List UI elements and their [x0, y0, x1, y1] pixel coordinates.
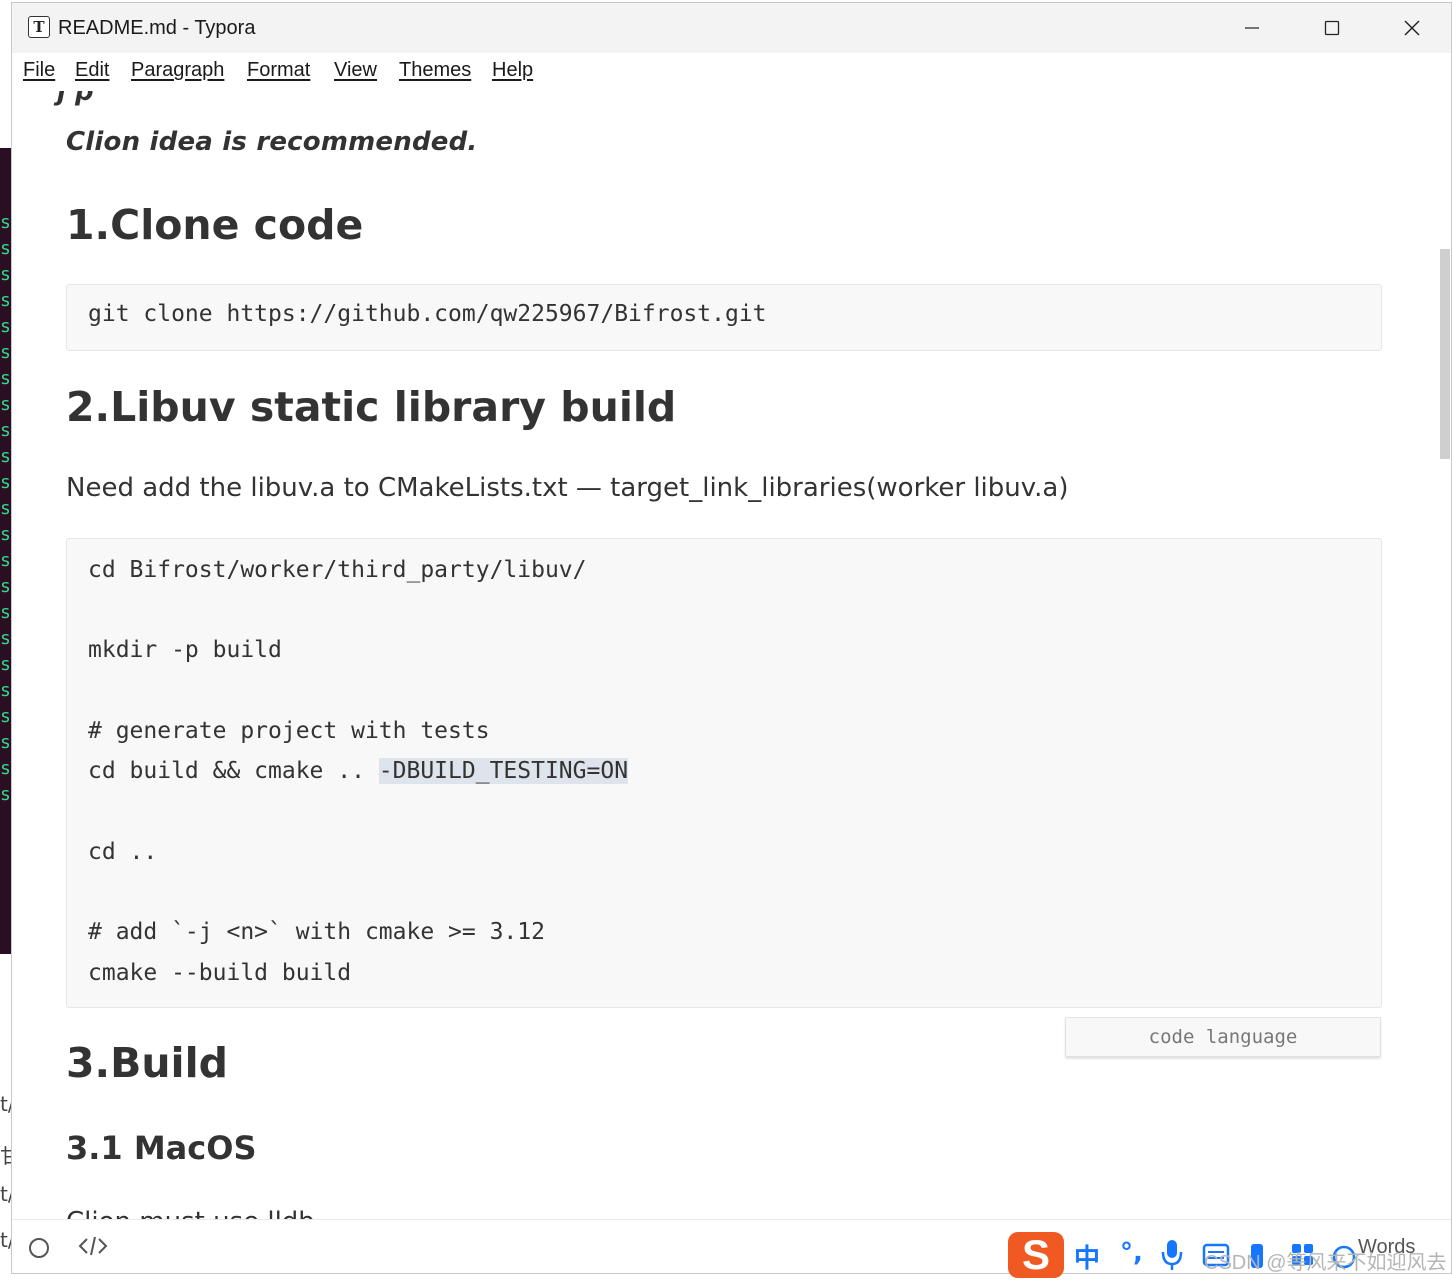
window-title: README.md - Typora	[58, 17, 256, 39]
csdn-watermark: CSDN @等风来不如迎风去	[1204, 1252, 1447, 1274]
editor-area[interactable]: j p Clion idea is recommended. 1.Clone c…	[12, 91, 1436, 1219]
background-terminal-glyph: s	[0, 576, 11, 597]
code-line: cd ..	[88, 839, 158, 865]
clipped-text-bottom: Clion must use lldb	[66, 1207, 315, 1219]
ime-punctuation[interactable]: °,	[1120, 1238, 1143, 1268]
background-terminal-glyph: s	[0, 732, 11, 753]
scrollbar-thumb[interactable]	[1440, 249, 1450, 459]
menu-help[interactable]: Help	[492, 59, 533, 82]
ime-chinese-mode[interactable]: 中	[1074, 1238, 1100, 1275]
code-line: mkdir -p build	[88, 637, 282, 663]
background-terminal-glyph: s	[0, 602, 11, 623]
code-text: cd build && cmake ..	[88, 758, 379, 784]
background-terminal-glyph: s	[0, 654, 11, 675]
code-block-clone[interactable]: git clone https://github.com/qw225967/Bi…	[66, 284, 1382, 351]
background-terminal-glyph: s	[0, 316, 11, 337]
code-line: cd Bifrost/worker/third_party/libuv/	[88, 557, 587, 583]
libuv-note-paragraph[interactable]: Need add the libuv.a to CMakeLists.txt —…	[66, 473, 1068, 503]
background-terminal-glyph: s	[0, 446, 11, 467]
menu-view[interactable]: View	[334, 59, 377, 82]
clipped-text-top: j p	[57, 91, 94, 107]
code-line: # add `-j <n>` with cmake >= 3.12	[88, 919, 545, 945]
selected-text: -DBUILD_TESTING=ON	[378, 758, 629, 784]
close-icon	[1404, 20, 1420, 36]
menu-themes[interactable]: Themes	[399, 59, 471, 82]
background-terminal-glyph: s	[0, 238, 11, 259]
heading-libuv-build[interactable]: 2.Libuv static library build	[66, 383, 676, 431]
typora-window: T README.md - Typora File Edit Paragraph…	[11, 2, 1452, 1274]
background-terminal-glyph: s	[0, 524, 11, 545]
menu-format[interactable]: Format	[247, 59, 310, 82]
background-terminal-glyph: s	[0, 394, 11, 415]
code-line: # generate project with tests	[88, 718, 490, 744]
background-terminal-glyph: s	[0, 628, 11, 649]
code-language-input[interactable]: code language	[1065, 1017, 1381, 1057]
background-terminal-glyph: s	[0, 472, 11, 493]
heading-build[interactable]: 3.Build	[66, 1039, 228, 1087]
menu-edit[interactable]: Edit	[75, 59, 109, 82]
code-block-libuv[interactable]: cd Bifrost/worker/third_party/libuv/ mkd…	[66, 538, 1382, 1008]
background-terminal-glyph: s	[0, 550, 11, 571]
code-line: cmake --build build	[88, 960, 352, 986]
background-terminal-glyph: s	[0, 784, 11, 805]
menu-paragraph[interactable]: Paragraph	[131, 59, 224, 82]
maximize-icon	[1324, 20, 1340, 36]
menu-bar: File Edit Paragraph Format View Themes H…	[12, 53, 1451, 91]
heading-clone-code[interactable]: 1.Clone code	[66, 201, 363, 249]
sogou-logo-icon[interactable]: S	[1008, 1232, 1064, 1278]
close-button[interactable]	[1372, 3, 1451, 53]
background-terminal-glyph: s	[0, 212, 11, 233]
minimize-button[interactable]	[1212, 3, 1292, 53]
typora-app-icon: T	[28, 16, 50, 38]
title-bar[interactable]: T README.md - Typora	[12, 3, 1451, 53]
code-line: git clone https://github.com/qw225967/Bi…	[88, 301, 767, 327]
background-terminal-glyph: s	[0, 680, 11, 701]
background-terminal-glyph: s	[0, 758, 11, 779]
background-terminal-glyph: s	[0, 342, 11, 363]
menu-file[interactable]: File	[23, 59, 55, 82]
background-terminal-glyph: s	[0, 498, 11, 519]
source-code-mode-icon[interactable]	[78, 1235, 108, 1257]
background-terminal-glyph: s	[0, 368, 11, 389]
recommendation-paragraph[interactable]: Clion idea is recommended.	[66, 127, 478, 157]
minimize-icon	[1245, 27, 1259, 29]
ime-toolbar[interactable]: S 中 °, CSDN @等风来不如迎风去	[1008, 1232, 1452, 1280]
background-terminal-glyph: s	[0, 290, 11, 311]
outline-toggle-icon[interactable]	[29, 1238, 49, 1258]
maximize-button[interactable]	[1292, 3, 1372, 53]
background-terminal-glyph: s	[0, 420, 11, 441]
code-line-selection: cd build && cmake .. -DBUILD_TESTING=ON	[88, 758, 629, 784]
background-terminal-glyph: s	[0, 264, 11, 285]
microphone-icon[interactable]	[1160, 1238, 1184, 1272]
background-terminal-glyph: s	[0, 706, 11, 727]
heading-macos[interactable]: 3.1 MacOS	[66, 1129, 256, 1167]
